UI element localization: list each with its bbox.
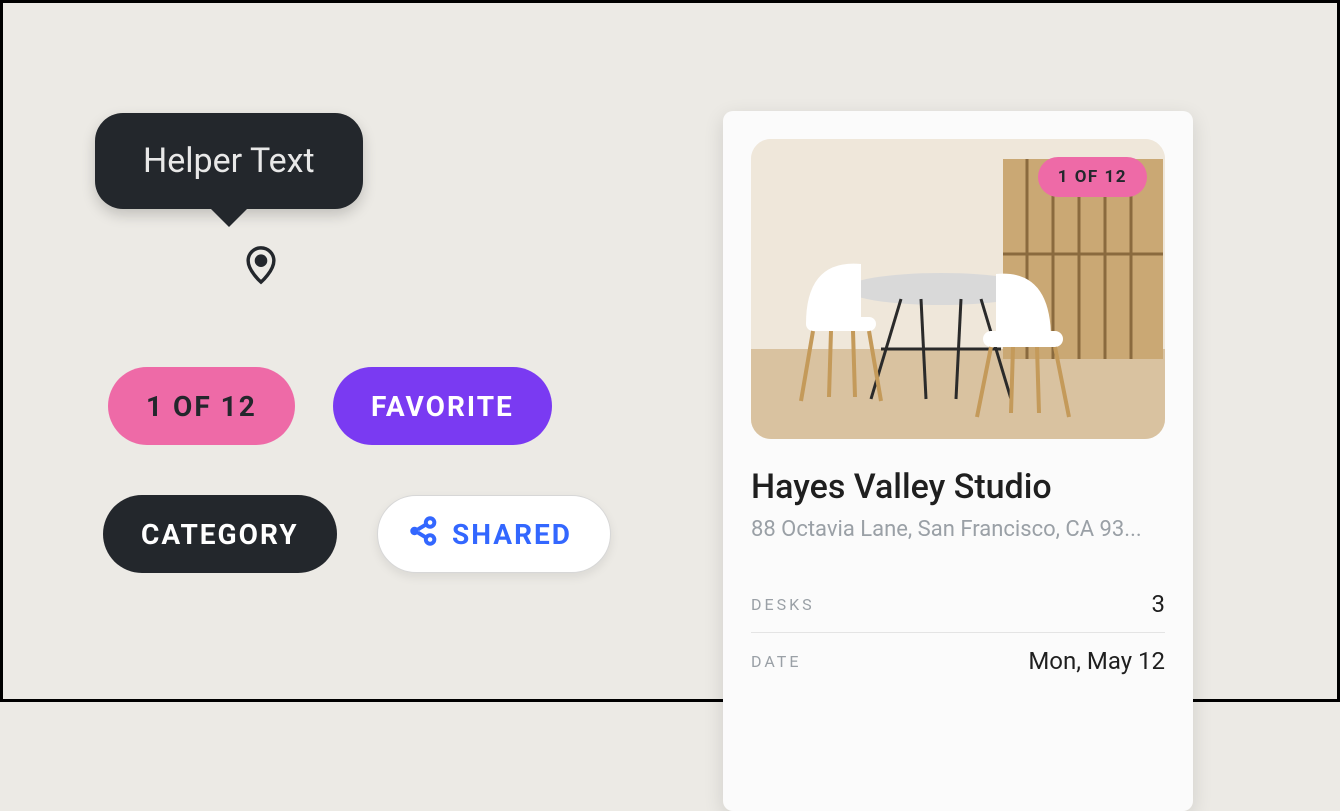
listing-row-label: DESKS <box>751 595 815 614</box>
favorite-chip[interactable]: FAVORITE <box>333 367 552 445</box>
category-chip[interactable]: CATEGORY <box>103 495 337 573</box>
map-pin-icon[interactable] <box>243 245 279 289</box>
listing-row-value: 3 <box>1152 590 1166 618</box>
listing-photo[interactable]: 1 OF 12 <box>751 139 1165 439</box>
listing-row-desks: DESKS 3 <box>751 576 1165 633</box>
share-icon <box>406 514 440 555</box>
helper-tooltip: Helper Text <box>95 113 363 209</box>
photo-count-badge-text: 1 OF 12 <box>1058 167 1127 187</box>
photo-count-badge: 1 OF 12 <box>1038 157 1147 197</box>
listing-card[interactable]: 1 OF 12 Hayes Valley Studio 88 Octavia L… <box>723 111 1193 811</box>
count-chip[interactable]: 1 OF 12 <box>108 367 295 445</box>
listing-row-label: DATE <box>751 652 801 671</box>
favorite-chip-label: FAVORITE <box>371 390 514 423</box>
category-chip-label: CATEGORY <box>141 518 299 551</box>
shared-chip[interactable]: SHARED <box>377 495 611 573</box>
listing-row-value: Mon, May 12 <box>1028 647 1165 675</box>
listing-row-date: DATE Mon, May 12 <box>751 633 1165 689</box>
shared-chip-label: SHARED <box>452 518 572 551</box>
count-chip-label: 1 OF 12 <box>146 390 257 423</box>
listing-address: 88 Octavia Lane, San Francisco, CA 93... <box>751 517 1165 542</box>
helper-tooltip-text: Helper Text <box>143 141 315 181</box>
listing-title: Hayes Valley Studio <box>751 467 1165 507</box>
listing-detail-rows: DESKS 3 DATE Mon, May 12 <box>751 576 1165 689</box>
